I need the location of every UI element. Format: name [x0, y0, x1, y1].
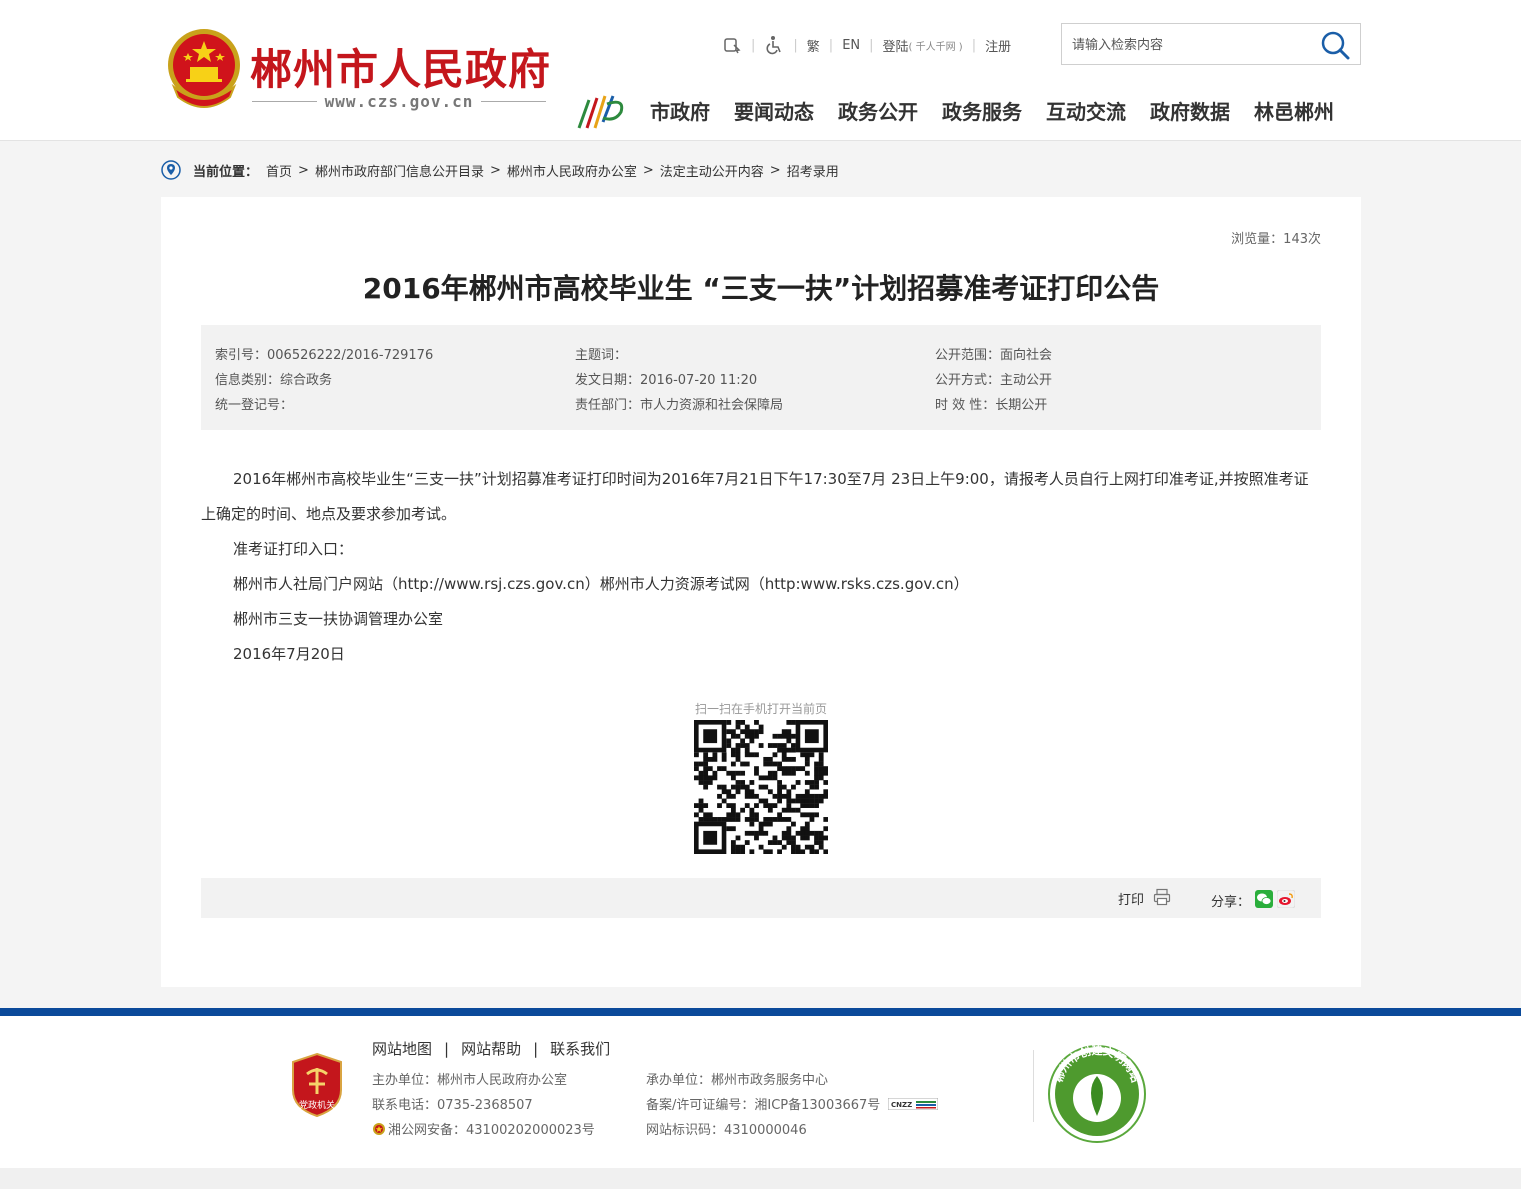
breadcrumb: 当前位置： 首页 > 郴州市政府部门信息公开目录 > 郴州市人民政府办公室 > …: [161, 158, 839, 182]
nav-item-government-data[interactable]: 政府数据: [1150, 96, 1230, 125]
footer-info-left: 主办单位：郴州市人民政府办公室 联系电话：0735-2368507 湘公网安备：…: [372, 1068, 595, 1143]
meta-info-category: 信息类别：综合政务: [215, 373, 333, 388]
weibo-icon[interactable]: [1277, 890, 1295, 908]
article-paragraph-signature: 郴州市三支一扶协调管理办公室: [233, 610, 444, 628]
footer-icp[interactable]: 备案/许可证编号：湘ICP备13003667号: [646, 1098, 880, 1113]
search-box: [1061, 23, 1361, 65]
article-paragraph: 准考证打印入口：: [233, 540, 354, 558]
nav-item-city-government[interactable]: 市政府: [650, 96, 710, 125]
share-label: 分享：: [1211, 895, 1251, 910]
footer-organizer: 承办单位：郴州市政务服务中心: [646, 1073, 829, 1088]
nav-item-government-affairs-open[interactable]: 政务公开: [838, 96, 918, 125]
footer-info-right: 承办单位：郴州市政务服务中心 备案/许可证编号：湘ICP备13003667号 C…: [646, 1068, 939, 1143]
share-bar: 打印 分享：: [201, 878, 1321, 918]
footer-sponsor: 主办单位：郴州市人民政府办公室: [372, 1073, 568, 1088]
civilized-website-badge-icon[interactable]: 郴州市创建文明网站: [1047, 1044, 1147, 1144]
site-footer: 党政机关 网站地图 | 网站帮助 | 联系我们 主办单位：郴州市人民政府办公室 …: [0, 1016, 1521, 1168]
meta-disclosure-method: 公开方式：主动公开: [935, 373, 1053, 388]
footer-site-id: 网站标识码：4310000046: [646, 1123, 807, 1138]
footer-link-help[interactable]: 网站帮助: [461, 1038, 521, 1059]
site-domain: www.czs.gov.cn: [324, 91, 474, 111]
site-domain-row: www.czs.gov.cn: [252, 90, 547, 112]
article-paragraph-links[interactable]: 郴州市人社局门户网站（http://www.rsj.czs.gov.cn）郴州市…: [201, 567, 1321, 602]
location-pin-icon: [161, 160, 181, 180]
footer-public-security-row: 湘公网安备：43100202000023号: [372, 1118, 595, 1143]
nav-item-interaction[interactable]: 互动交流: [1046, 96, 1126, 125]
footer-link-sitemap[interactable]: 网站地图: [372, 1038, 432, 1059]
login-note: ( 千人千网 ): [908, 41, 963, 53]
meta-column-1: 索引号：006526222/2016-729176 信息类别：综合政务 统一登记…: [215, 343, 433, 418]
meta-column-3: 公开范围：面向社会 公开方式：主动公开 时 效 性：长期公开: [935, 343, 1052, 418]
login-link[interactable]: 登陆: [883, 36, 909, 55]
city-logo-icon: [577, 95, 624, 129]
search-icon[interactable]: [1320, 30, 1350, 60]
breadcrumb-item-recruitment[interactable]: 招考录用: [787, 161, 839, 180]
footer-phone: 联系电话：0735-2368507: [372, 1098, 533, 1113]
footer-divider: [1033, 1050, 1034, 1122]
qr-code-icon: [694, 720, 828, 854]
article-paragraph-date: 2016年7月20日: [233, 645, 345, 663]
meta-responsible-dept: 责任部门：市人力资源和社会保障局: [575, 398, 784, 413]
footer-bottom-strip: [0, 1168, 1521, 1189]
register-link[interactable]: 注册: [985, 36, 1011, 55]
breadcrumb-item-home[interactable]: 首页: [266, 161, 292, 180]
view-count: 浏览量：143次: [1231, 232, 1321, 247]
accessibility-mode-icon[interactable]: [722, 35, 742, 55]
public-security-badge-icon[interactable]: [372, 1122, 386, 1136]
party-government-badge-icon[interactable]: 党政机关: [289, 1052, 345, 1118]
site-header: 郴州市人民政府 www.czs.gov.cn | | 繁 | EN | 登陆 (…: [0, 0, 1521, 141]
qr-caption: 扫一扫在手机打开当前页: [694, 702, 827, 716]
article-panel: 浏览量：143次 2016年郴州市高校毕业生 “三支一扶”计划招募准考证打印公告…: [161, 197, 1361, 987]
nav-item-linyi-chenzhou[interactable]: 林邑郴州: [1254, 96, 1334, 125]
meta-registration-number: 统一登记号：: [215, 398, 294, 413]
wheelchair-icon[interactable]: [764, 35, 784, 55]
search-input[interactable]: [1072, 34, 1312, 56]
article-title: 2016年郴州市高校毕业生 “三支一扶”计划招募准考证打印公告: [362, 272, 1160, 305]
meta-index-number: 索引号：006526222/2016-729176: [215, 348, 434, 363]
breadcrumb-item-statutory-content[interactable]: 法定主动公开内容: [660, 161, 764, 180]
main-nav: 市政府 要闻动态 政务公开 政务服务 互动交流 政府数据 林邑郴州: [650, 96, 1334, 125]
meta-column-2: 主题词： 发文日期：2016-07-20 11:20 责任部门：市人力资源和社会…: [575, 343, 783, 418]
cnzz-text: CNZZ: [891, 1101, 912, 1109]
nav-item-government-services[interactable]: 政务服务: [942, 96, 1022, 125]
breadcrumb-label: 当前位置：: [193, 164, 259, 180]
national-emblem-icon: [168, 29, 240, 108]
printer-icon[interactable]: [1153, 888, 1171, 906]
meta-validity: 时 效 性：长期公开: [935, 398, 1048, 413]
meta-disclosure-scope: 公开范围：面向社会: [935, 348, 1053, 363]
article-paragraph: 2016年郴州市高校毕业生“三支一扶”计划招募准考证打印时间为2016年7月21…: [201, 470, 1309, 523]
cnzz-stats-icon[interactable]: CNZZ: [888, 1098, 939, 1110]
footer-band: [0, 1008, 1521, 1016]
article-meta: 索引号：006526222/2016-729176 信息类别：综合政务 统一登记…: [201, 325, 1321, 430]
wechat-icon[interactable]: [1255, 890, 1273, 908]
footer-link-contact[interactable]: 联系我们: [550, 1038, 610, 1059]
party-badge-text: 党政机关: [299, 1099, 335, 1111]
breadcrumb-item-directory[interactable]: 郴州市政府部门信息公开目录: [315, 161, 484, 180]
site-title[interactable]: 郴州市人民政府: [250, 36, 551, 97]
breadcrumb-item-office[interactable]: 郴州市人民政府办公室: [507, 161, 637, 180]
meta-publish-date: 发文日期：2016-07-20 11:20: [575, 373, 758, 388]
footer-links: 网站地图 | 网站帮助 | 联系我们: [372, 1038, 611, 1059]
utility-bar: | | 繁 | EN | 登陆 ( 千人千网 ) | 注册: [722, 34, 1011, 56]
traditional-chinese-link[interactable]: 繁: [807, 36, 820, 55]
footer-public-security[interactable]: 湘公网安备：43100202000023号: [388, 1123, 595, 1138]
english-link[interactable]: EN: [842, 38, 860, 53]
print-label[interactable]: 打印: [1118, 889, 1144, 908]
footer-icp-row: 备案/许可证编号：湘ICP备13003667号 CNZZ: [646, 1093, 939, 1118]
meta-keywords: 主题词：: [575, 348, 628, 363]
nav-item-news[interactable]: 要闻动态: [734, 96, 814, 125]
article-body: 2016年郴州市高校毕业生“三支一扶”计划招募准考证打印时间为2016年7月21…: [201, 462, 1321, 672]
